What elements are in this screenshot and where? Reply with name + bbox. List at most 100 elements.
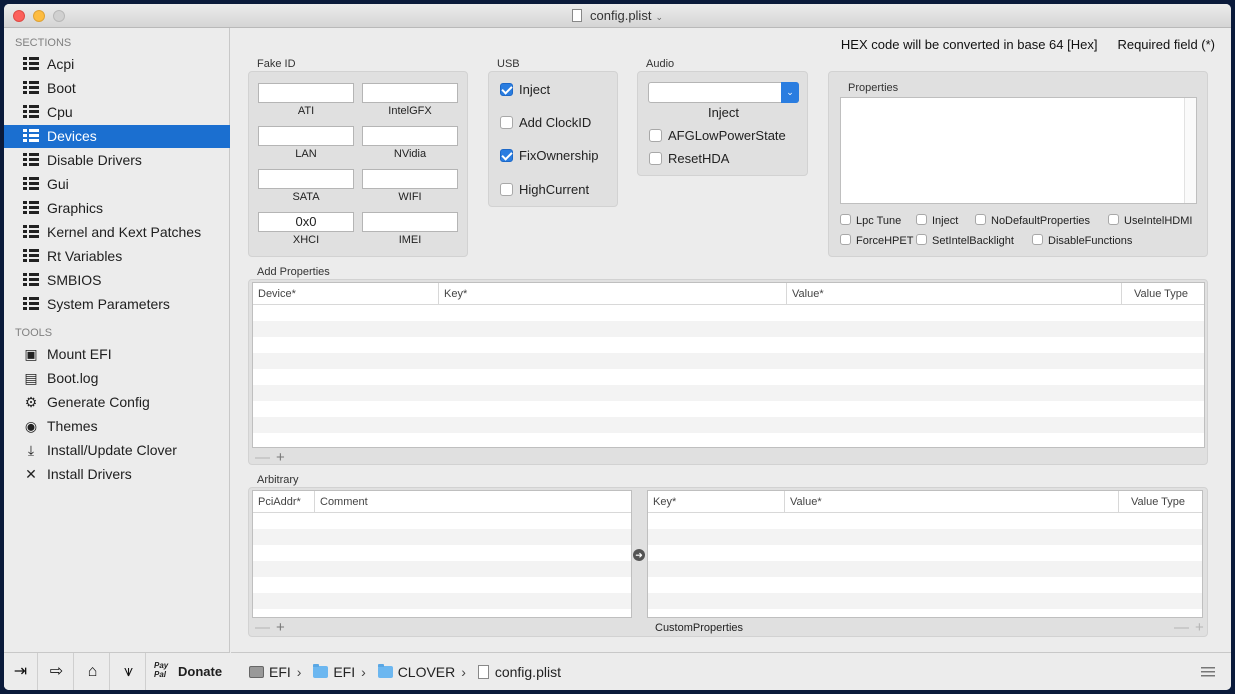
column-header-value-type[interactable]: Value Type xyxy=(1119,491,1202,513)
tool-themes[interactable]: ◉ Themes xyxy=(4,415,230,438)
arbitrary-left-table[interactable]: PciAddr* Comment xyxy=(252,490,632,618)
home-button[interactable]: ⌂ xyxy=(76,653,110,690)
import-button[interactable]: ⇥ xyxy=(4,653,38,690)
usb-fixownership-checkbox[interactable]: FixOwnership xyxy=(500,148,598,163)
tool-install-update-clover[interactable]: ⤓ Install/Update Clover xyxy=(4,439,230,462)
add-row-button[interactable]: + xyxy=(276,619,285,636)
add-row-button[interactable]: + xyxy=(276,449,285,466)
breadcrumb-item[interactable]: config.plist xyxy=(477,653,561,690)
download-icon: ⤓ xyxy=(27,442,35,458)
share-button[interactable]: ⩛ xyxy=(112,653,146,690)
usb-highcurrent-checkbox[interactable]: HighCurrent xyxy=(500,182,589,197)
intelgfx-label: IntelGFX xyxy=(388,105,432,117)
custom-add-remove-controls: — + xyxy=(1174,620,1204,635)
tool-generate-config[interactable]: ⚙ Generate Config xyxy=(4,391,230,414)
breadcrumb: EFI › EFI › CLOVER › config.plist xyxy=(249,653,567,690)
table-rows[interactable] xyxy=(253,305,1204,447)
column-header-device[interactable]: Device* xyxy=(253,283,439,305)
sidebar-item-acpi[interactable]: Acpi xyxy=(4,53,230,76)
remove-row-button[interactable]: — xyxy=(255,449,270,466)
scrollbar[interactable] xyxy=(1184,98,1196,203)
nvidia-field[interactable] xyxy=(362,126,458,146)
tools-header: TOOLS xyxy=(15,327,53,339)
log-icon: ▤ xyxy=(24,370,38,386)
checkbox-icon xyxy=(649,152,662,165)
breadcrumb-item[interactable]: EFI xyxy=(249,653,291,690)
sidebar-item-boot[interactable]: Boot xyxy=(4,77,230,100)
properties-inject-checkbox[interactable]: Inject xyxy=(916,214,958,227)
arbitrary-right-table[interactable]: Key* Value* Value Type xyxy=(647,490,1203,618)
column-header-value[interactable]: Value* xyxy=(787,283,1122,305)
sidebar-item-graphics[interactable]: Graphics xyxy=(4,197,230,220)
table-rows[interactable] xyxy=(648,513,1202,617)
lan-field[interactable] xyxy=(258,126,354,146)
chevron-down-icon[interactable]: ⌄ xyxy=(781,82,799,103)
sidebar-item-smbios[interactable]: SMBIOS xyxy=(4,269,230,292)
column-header-comment[interactable]: Comment xyxy=(315,491,631,513)
useintelhdmi-checkbox[interactable]: UseIntelHDMI xyxy=(1108,214,1192,227)
sidebar-item-devices[interactable]: Devices xyxy=(4,125,230,148)
list-icon xyxy=(23,201,39,216)
usb-inject-checkbox[interactable]: Inject xyxy=(500,82,550,97)
remove-row-button[interactable]: — xyxy=(255,619,270,636)
sidebar-item-label: Cpu xyxy=(47,104,73,120)
donate-button[interactable]: Pay Pal Donate xyxy=(148,653,230,690)
sidebar-item-rt-variables[interactable]: Rt Variables xyxy=(4,245,230,268)
disk-icon: ▣ xyxy=(24,346,38,362)
audio-inject-combo[interactable]: ⌄ xyxy=(648,82,799,103)
lpc-tune-checkbox[interactable]: Lpc Tune xyxy=(840,214,901,227)
ati-field[interactable] xyxy=(258,83,354,103)
add-properties-table[interactable]: Device* Key* Value* Value Type xyxy=(252,282,1205,448)
intelgfx-field[interactable] xyxy=(362,83,458,103)
export-button[interactable]: ⇨ xyxy=(40,653,74,690)
breadcrumb-item[interactable]: CLOVER xyxy=(377,653,455,690)
sidebar-item-disable-drivers[interactable]: Disable Drivers xyxy=(4,149,230,172)
sidebar-item-gui[interactable]: Gui xyxy=(4,173,230,196)
required-note-text: Required field (*) xyxy=(1117,37,1215,52)
column-header-key[interactable]: Key* xyxy=(648,491,785,513)
tool-label: Install Drivers xyxy=(47,466,132,482)
column-header-key[interactable]: Key* xyxy=(439,283,787,305)
nodefaultproperties-checkbox[interactable]: NoDefaultProperties xyxy=(975,214,1090,227)
afglowpowerstate-checkbox[interactable]: AFGLowPowerState xyxy=(649,128,786,143)
devices-panel: HEX code will be converted in base 64 [H… xyxy=(231,28,1231,652)
tool-install-drivers[interactable]: ✕ Install Drivers xyxy=(4,463,230,486)
window-title[interactable]: config.plist ⌄ xyxy=(4,8,1231,23)
breadcrumb-label: EFI xyxy=(269,664,291,680)
tool-boot-log[interactable]: ▤ Boot.log xyxy=(4,367,230,390)
forcehpet-checkbox[interactable]: ForceHPET xyxy=(840,234,913,247)
breadcrumb-label: config.plist xyxy=(494,664,561,680)
xhci-field[interactable]: 0x0 xyxy=(258,212,354,232)
sata-field[interactable] xyxy=(258,169,354,189)
column-header-value-type[interactable]: Value Type xyxy=(1122,283,1204,305)
fake-id-group: ATI IntelGFX LAN NVidia SATA WIFI 0x0 XH… xyxy=(248,71,468,257)
properties-textarea[interactable] xyxy=(840,97,1197,204)
breadcrumb-item[interactable]: EFI xyxy=(313,653,355,690)
imei-field[interactable] xyxy=(362,212,458,232)
remove-row-button[interactable]: — xyxy=(1174,619,1189,636)
sata-label: SATA xyxy=(292,191,320,203)
add-row-button[interactable]: + xyxy=(1195,619,1204,636)
table-rows[interactable] xyxy=(253,513,631,617)
column-header-value[interactable]: Value* xyxy=(785,491,1119,513)
checkbox-checked-icon xyxy=(500,149,513,162)
column-header-pciaddr[interactable]: PciAddr* xyxy=(253,491,315,513)
wrench-icon: ✕ xyxy=(25,466,37,482)
tool-mount-efi[interactable]: ▣ Mount EFI xyxy=(4,343,230,366)
resethda-checkbox[interactable]: ResetHDA xyxy=(649,151,729,166)
document-icon xyxy=(572,9,583,22)
menu-icon[interactable] xyxy=(1201,667,1215,677)
setintelbacklight-checkbox[interactable]: SetIntelBacklight xyxy=(916,234,1014,247)
sidebar-bottom-bar: ⇥ ⇨ ⌂ ⩛ Pay Pal Donate xyxy=(4,652,230,690)
wifi-field[interactable] xyxy=(362,169,458,189)
properties-group: Properties Lpc Tune Inject NoDefaultProp… xyxy=(828,71,1208,257)
arrow-right-icon[interactable]: ➜ xyxy=(633,549,645,561)
tool-label: Boot.log xyxy=(47,370,99,386)
sidebar-item-kernel-kext-patches[interactable]: Kernel and Kext Patches xyxy=(4,221,230,244)
usb-add-clockid-checkbox[interactable]: Add ClockID xyxy=(500,115,591,130)
list-icon xyxy=(23,249,39,264)
disablefunctions-checkbox[interactable]: DisableFunctions xyxy=(1032,234,1132,247)
sidebar-item-cpu[interactable]: Cpu xyxy=(4,101,230,124)
checkbox-icon xyxy=(500,183,513,196)
sidebar-item-system-parameters[interactable]: System Parameters xyxy=(4,293,230,316)
